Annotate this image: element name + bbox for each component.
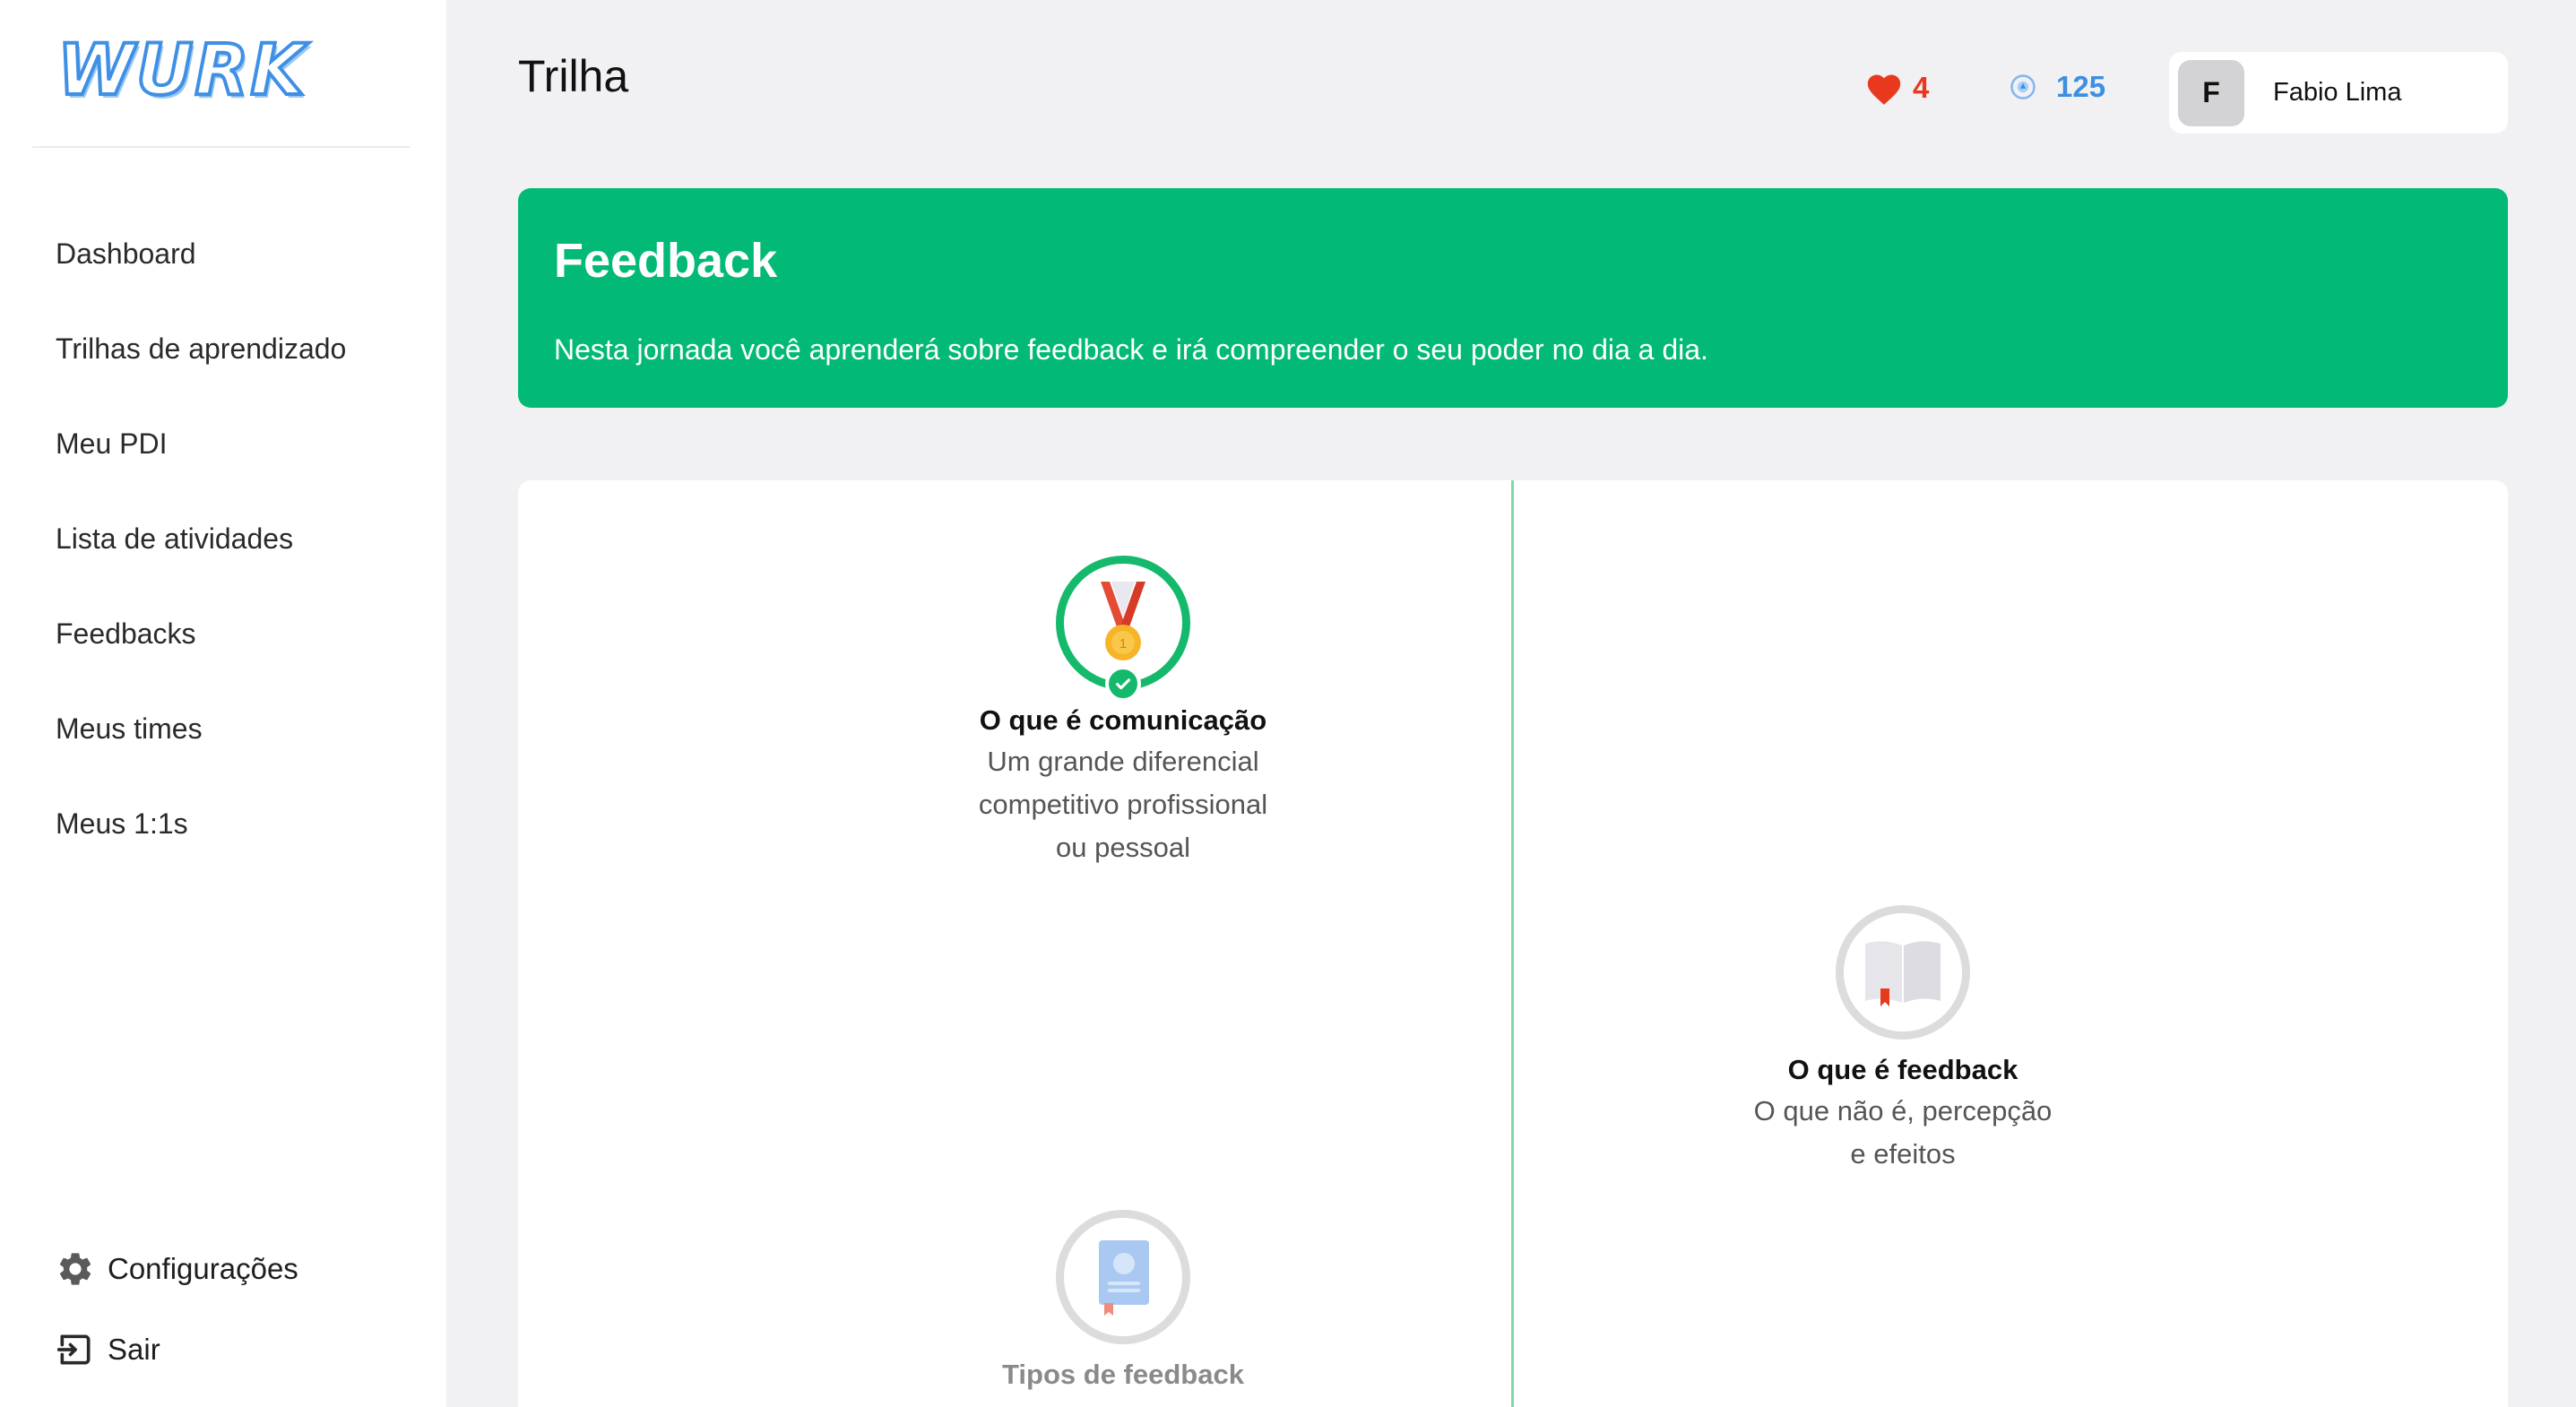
document-icon [1099, 1240, 1149, 1316]
settings-button[interactable]: Configurações [56, 1249, 298, 1289]
banner-title: Feedback [554, 234, 778, 288]
book-icon [1865, 941, 1941, 1006]
user-name: Fabio Lima [2273, 78, 2402, 107]
sidebar-item-activity-list[interactable]: Lista de atividades [56, 509, 346, 604]
step-subtitle-line: e efeitos [1850, 1138, 1956, 1170]
hearts-counter: 4 [1864, 70, 1929, 106]
logout-label: Sair [108, 1333, 160, 1366]
checkmark-icon [1105, 666, 1141, 702]
logo-area: WURK [32, 27, 411, 148]
sidebar-item-feedbacks[interactable]: Feedbacks [56, 604, 346, 699]
medal-icon: 1 [1101, 582, 1145, 660]
logo[interactable]: WURK [56, 34, 307, 108]
step-badge: 1 [1056, 556, 1190, 702]
gear-icon [59, 1253, 91, 1285]
sidebar-item-my-pdi[interactable]: Meu PDI [56, 414, 346, 509]
page-title: Trilha [518, 51, 629, 101]
main-content: Trilha 4 125 F Fabio Lima Feedback Nesta… [446, 0, 2576, 1407]
step-title: O que é feedback [1787, 1054, 2018, 1085]
step-subtitle-line: competitivo profissional [978, 789, 1268, 820]
track-step[interactable]: O que é feedback O que não é, percepção … [1679, 905, 2127, 1176]
step-subtitle-line: ou pessoal [1056, 832, 1190, 863]
sidebar-item-my-teams[interactable]: Meus times [56, 699, 346, 794]
sidebar-item-learning-tracks[interactable]: Trilhas de aprendizado [56, 319, 346, 414]
step-title: Tipos de feedback [1002, 1359, 1244, 1390]
track-map: 1 O que é comunicação Um grande diferenc… [518, 480, 2508, 1407]
points-counter: 125 [2010, 70, 2105, 104]
step-subtitle-line: Um grande diferencial [987, 746, 1259, 777]
sidebar-nav: Dashboard Trilhas de aprendizado Meu PDI… [56, 224, 346, 889]
banner-description: Nesta jornada você aprenderá sobre feedb… [554, 333, 1708, 366]
coin-icon [2010, 74, 2036, 99]
track-banner: Feedback Nesta jornada você aprenderá so… [518, 188, 2508, 408]
track-step[interactable]: 1 O que é comunicação Um grande diferenc… [899, 556, 1347, 869]
logout-icon [56, 1334, 91, 1365]
points-value: 125 [2056, 70, 2106, 103]
sidebar-item-dashboard[interactable]: Dashboard [56, 224, 346, 319]
sidebar-item-my-one-on-ones[interactable]: Meus 1:1s [56, 794, 346, 889]
hearts-value: 4 [1913, 71, 1930, 104]
step-badge [1056, 1210, 1190, 1344]
user-menu[interactable]: F Fabio Lima [2169, 52, 2508, 134]
logout-button[interactable]: Sair [56, 1330, 160, 1369]
app-root: WURK Dashboard Trilhas de aprendizado Me… [0, 0, 2576, 1407]
sidebar: WURK Dashboard Trilhas de aprendizado Me… [0, 0, 446, 1407]
step-subtitle-line: O que não é, percepção [1753, 1095, 2053, 1126]
settings-label: Configurações [108, 1252, 298, 1285]
heart-icon [1867, 74, 1901, 105]
step-subtitle: Um grande diferencial competitivo profis… [899, 740, 1347, 869]
step-subtitle: O que não é, percepção e efeitos [1679, 1090, 2127, 1176]
track-connector-line [1511, 480, 1514, 1407]
track-step[interactable]: Tipos de feedback [899, 1210, 1347, 1391]
step-title: O que é comunicação [979, 704, 1267, 736]
avatar: F [2178, 59, 2244, 126]
step-badge [1836, 905, 1970, 1040]
svg-text:1: 1 [1119, 636, 1127, 652]
